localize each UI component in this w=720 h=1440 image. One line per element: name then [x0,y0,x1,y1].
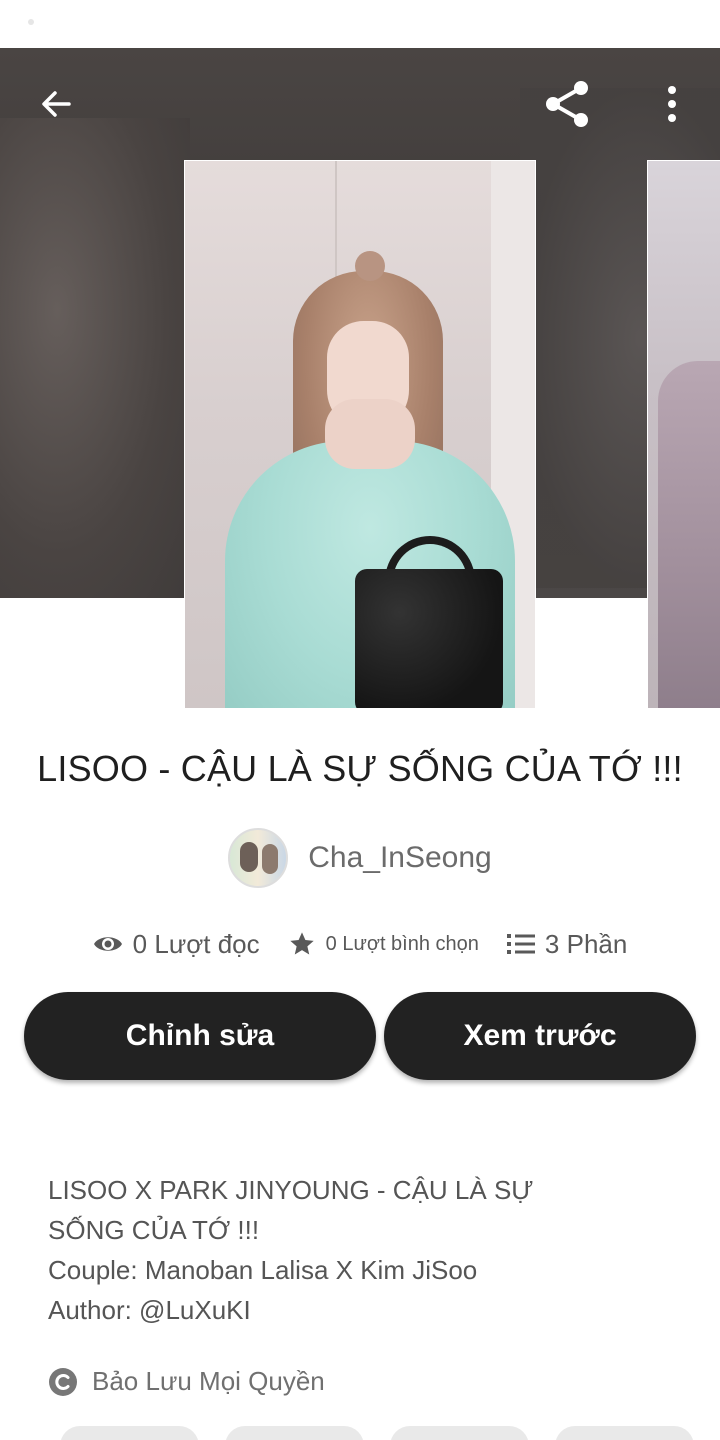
story-title: LISOO - CẬU LÀ SỰ SỐNG CỦA TỚ !!! [37,748,683,789]
share-button[interactable] [540,76,596,132]
share-icon [546,81,588,127]
preview-button[interactable]: Xem trước [384,992,696,1080]
cover-hands [325,399,415,469]
story-description: LISOO X PARK JINYOUNG - CẬU LÀ SỰ SỐNG C… [48,1170,608,1330]
star-icon [288,930,316,958]
more-vertical-icon [668,86,676,122]
author-avatar[interactable] [228,828,289,888]
eye-icon [93,933,123,955]
stat-votes: 0 Lượt bình chọn [288,930,479,958]
reads-count: 0 Lượt đọc [132,928,260,959]
story-cover[interactable] [184,160,536,709]
copyright-label: Bảo Lưu Mọi Quyền [92,1366,325,1396]
status-bar [0,0,720,48]
stat-parts: 3 Phần [506,928,628,960]
edit-button[interactable]: Chỉnh sửa [24,992,376,1080]
more-button[interactable] [644,76,700,132]
list-icon [506,932,535,956]
next-story-cover[interactable] [647,160,720,709]
back-button[interactable] [28,76,84,132]
tag-chip[interactable] [390,1426,529,1440]
description-line: Couple: Manoban Lalisa X Kim JiSoo [48,1255,478,1285]
description-line: LISOO X PARK JINYOUNG - CẬU LÀ SỰ [48,1175,534,1205]
tags-row [60,1426,720,1440]
stat-reads: 0 Lượt đọc [93,929,260,960]
stats-row: 0 Lượt đọc 0 Lượt bình chọn 3 Phần [0,922,720,966]
status-dot [28,19,34,25]
next-cover-image [658,361,720,708]
cover-bag [355,569,503,708]
copyright-row: Bảo Lưu Mọi Quyền [48,1366,325,1397]
description-line: SỐNG CỦA TỚ !!! [48,1215,260,1245]
description-line: Author: @LuXuKI [48,1295,251,1325]
votes-count: 0 Lượt bình chọn [325,932,479,955]
author-name[interactable]: Cha_InSeong [308,841,492,875]
tag-chip[interactable] [225,1426,364,1440]
tag-chip[interactable] [555,1426,694,1440]
author-row[interactable]: Cha_InSeong [0,828,720,888]
arrow-left-icon [42,91,71,117]
copyright-icon [48,1367,78,1397]
tag-chip[interactable] [60,1426,199,1440]
cover-image [185,161,535,708]
parts-count: 3 Phần [544,928,628,959]
cover-bun [355,251,385,281]
hero-blur-left [0,118,190,598]
